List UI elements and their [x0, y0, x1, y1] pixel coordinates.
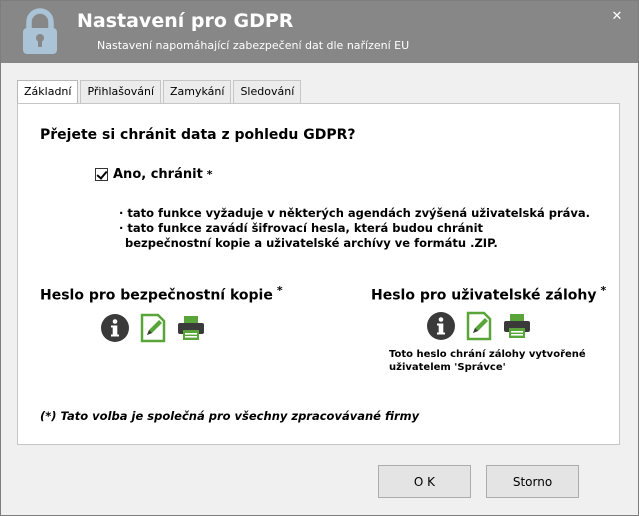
- title-bar: Nastavení pro GDPR Nastavení napomáhajíc…: [1, 1, 638, 63]
- close-button[interactable]: ✕: [605, 5, 629, 27]
- backup-password-heading: Heslo pro bezpečnostní kopie *: [40, 284, 283, 304]
- shared-settings-footnote: (*) Tato volba je společná pro všechny z…: [40, 409, 420, 423]
- protect-question: Přejete si chránit data z pohledu GDPR?: [40, 127, 356, 143]
- tab-bar: Základní Přihlašování Zamykání Sledování: [17, 80, 303, 105]
- tab-prihlasovani[interactable]: Přihlašování: [80, 80, 161, 104]
- note-line: · tato funkce vyžaduje v některých agend…: [119, 206, 591, 220]
- tab-sledovani[interactable]: Sledování: [233, 80, 302, 104]
- user-backup-password-heading-text: Heslo pro uživatelské zálohy: [371, 287, 597, 304]
- protect-checkbox[interactable]: [95, 168, 108, 181]
- user-backup-note: Toto heslo chrání zálohy vytvořené uživa…: [389, 348, 586, 374]
- info-icon[interactable]: [100, 313, 130, 343]
- print-icon[interactable]: [176, 313, 206, 343]
- print-icon[interactable]: [502, 311, 532, 341]
- window-subtitle: Nastavení napomáhající zabezpečení dat d…: [97, 39, 410, 52]
- edit-icon[interactable]: [464, 311, 494, 341]
- tab-zakladni[interactable]: Základní: [17, 80, 79, 105]
- user-backup-password-actions: [426, 311, 540, 341]
- edit-icon[interactable]: [138, 313, 168, 343]
- close-icon: ✕: [611, 8, 623, 24]
- required-marker: *: [206, 168, 213, 181]
- protect-checkbox-row[interactable]: Ano, chránit *: [95, 167, 213, 182]
- ok-button[interactable]: O K: [378, 465, 471, 498]
- required-marker: *: [600, 284, 607, 297]
- note-line: · tato funkce zavádí šifrovací hesla, kt…: [119, 221, 484, 235]
- tab-zamykani[interactable]: Zamykání: [163, 80, 232, 104]
- note-line: bezpečnostní kopie a uživatelské archívy…: [125, 236, 498, 250]
- backup-password-heading-text: Heslo pro bezpečnostní kopie: [40, 287, 273, 304]
- backup-password-actions: [100, 313, 214, 343]
- user-backup-note-line: uživatelem 'Správce': [389, 362, 506, 373]
- info-icon[interactable]: [426, 311, 456, 341]
- required-marker: *: [276, 284, 283, 297]
- lock-icon: [23, 8, 57, 54]
- window-title: Nastavení pro GDPR: [77, 10, 294, 32]
- cancel-button[interactable]: Storno: [486, 465, 579, 498]
- notes-block: · tato funkce vyžaduje v některých agend…: [119, 206, 590, 251]
- user-backup-password-heading: Heslo pro uživatelské zálohy *: [371, 284, 606, 304]
- tab-panel: Přejete si chránit data z pohledu GDPR? …: [17, 103, 620, 445]
- dialog-window: Nastavení pro GDPR Nastavení napomáhajíc…: [0, 0, 639, 516]
- user-backup-note-line: Toto heslo chrání zálohy vytvořené: [389, 349, 586, 360]
- protect-checkbox-label[interactable]: Ano, chránit: [113, 167, 203, 182]
